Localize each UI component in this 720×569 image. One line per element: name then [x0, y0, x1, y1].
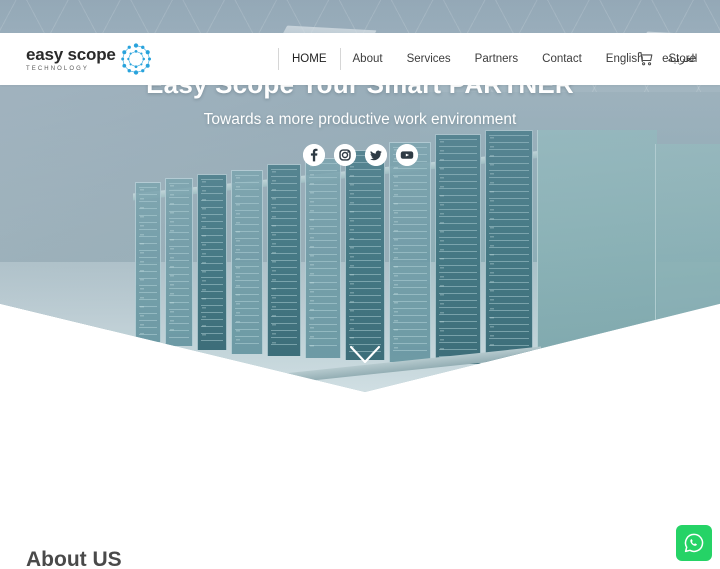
- nav-item-contact[interactable]: Contact: [530, 48, 594, 70]
- twitter-link[interactable]: [364, 144, 387, 166]
- youtube-link[interactable]: [395, 144, 418, 166]
- brand-name: easy scope: [26, 45, 116, 64]
- youtube-icon: [395, 144, 418, 166]
- estore-link[interactable]: eStore: [638, 51, 696, 67]
- nav-item-home[interactable]: HOME: [278, 48, 341, 70]
- nav-item-about[interactable]: About: [341, 48, 395, 70]
- dotted-circle-logo-icon: [120, 43, 151, 75]
- whatsapp-icon: [684, 533, 704, 553]
- instagram-icon: [333, 144, 356, 166]
- estore-label: eStore: [662, 53, 696, 65]
- brand-tagline: TECHNOLOGY: [26, 66, 90, 72]
- facebook-link[interactable]: [302, 144, 325, 166]
- hero-subtitle: Towards a more productive work environme…: [203, 111, 517, 128]
- shopping-cart-icon: [638, 52, 653, 66]
- social-links: [0, 144, 720, 166]
- nav-item-partners[interactable]: Partners: [463, 48, 530, 70]
- chevron-down-icon: [349, 345, 381, 364]
- top-navigation-bar: easy scope TECHNOLOGY HOME About Service…: [0, 33, 720, 85]
- facebook-icon: [302, 144, 325, 166]
- brand-wordmark: easy scope TECHNOLOGY: [26, 46, 116, 72]
- nav-item-services[interactable]: Services: [395, 48, 463, 70]
- twitter-icon: [364, 144, 387, 166]
- about-section-title: About US: [26, 548, 122, 569]
- whatsapp-button[interactable]: [676, 525, 712, 561]
- page-root: Easy Scope Your Smart PARTNER Towards a …: [0, 0, 720, 569]
- scroll-down-button[interactable]: [349, 345, 381, 365]
- brand-logo[interactable]: easy scope TECHNOLOGY: [26, 41, 154, 77]
- instagram-link[interactable]: [333, 144, 356, 166]
